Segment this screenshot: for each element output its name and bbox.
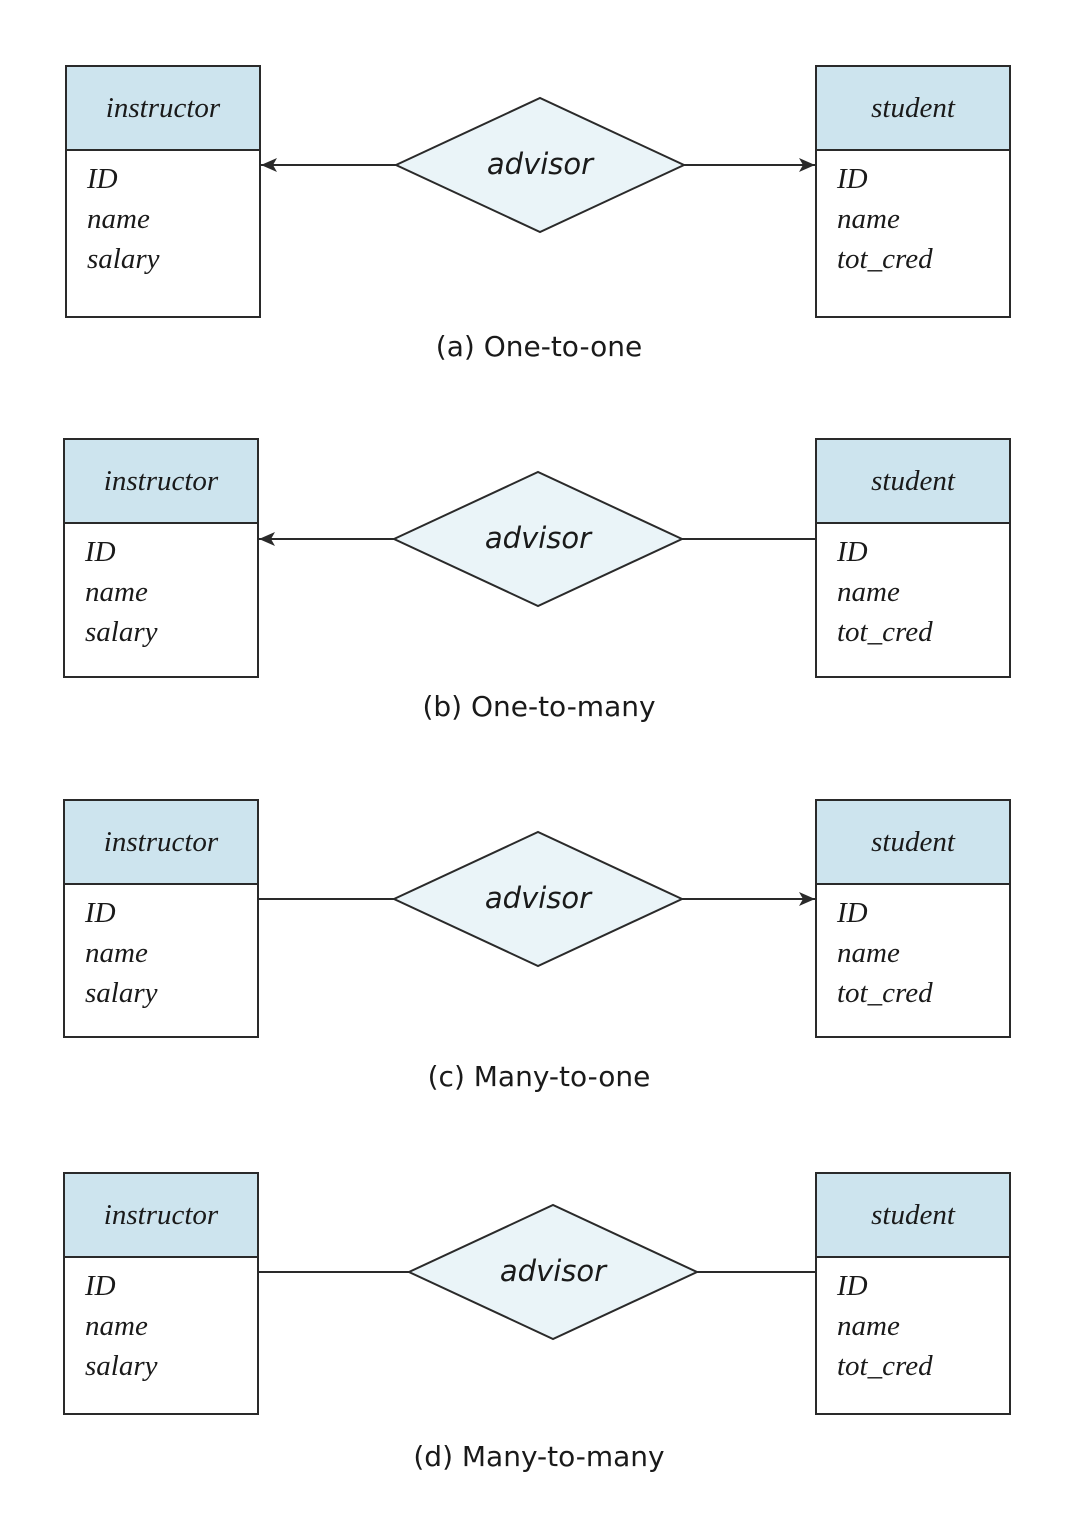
panel-caption: (d) Many-to-many xyxy=(413,1440,665,1473)
relationship-connectors: advisor xyxy=(259,1203,815,1341)
relationship-name: advisor xyxy=(500,1254,608,1288)
